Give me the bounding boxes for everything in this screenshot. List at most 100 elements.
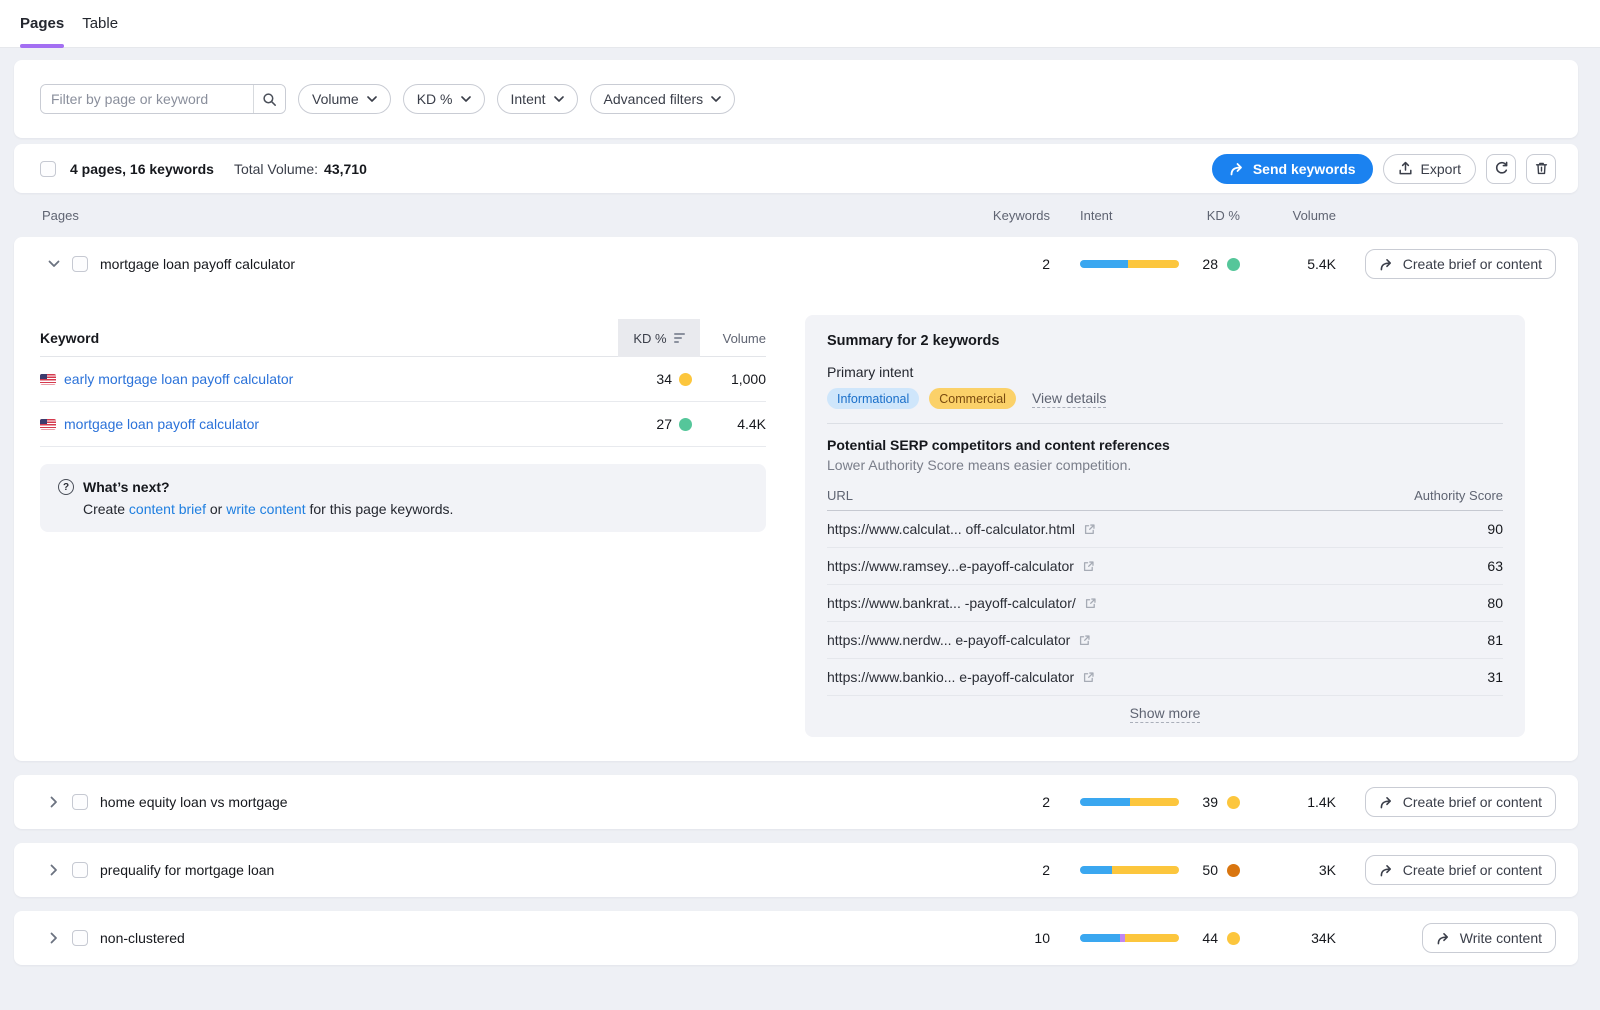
search-button[interactable] xyxy=(253,85,285,113)
volume-value: 5.4K xyxy=(1240,256,1336,272)
redo-arrow-icon xyxy=(1436,932,1451,945)
row-action-cell: Create brief or content xyxy=(1356,249,1556,279)
collapse-row-button[interactable] xyxy=(44,254,64,274)
volume-value: 34K xyxy=(1240,930,1336,946)
create-brief-or-content-button[interactable]: Create brief or content xyxy=(1365,855,1556,885)
advanced-filters-dropdown[interactable]: Advanced filters xyxy=(590,84,736,114)
expand-row-button[interactable] xyxy=(44,860,64,880)
row-checkbox[interactable] xyxy=(72,256,88,272)
page-card-mortgage-loan-payoff-calculator: mortgage loan payoff calculator 2 28 5.4… xyxy=(14,237,1578,761)
competitor-url: https://www.nerdw... e-payoff-calculator xyxy=(827,632,1070,648)
filter-kd-label: KD % xyxy=(417,91,453,107)
external-link-icon[interactable] xyxy=(1083,523,1096,536)
active-tab-underline xyxy=(20,44,64,48)
pages-table-header: Pages Keywords Intent KD % Volume xyxy=(14,193,1578,237)
select-all-checkbox[interactable] xyxy=(40,161,56,177)
external-link-icon[interactable] xyxy=(1082,560,1095,573)
intent-badge-commercial: Commercial xyxy=(929,388,1016,409)
selection-toolbar: 4 pages, 16 keywords Total Volume: 43,71… xyxy=(14,144,1578,193)
divider xyxy=(827,423,1503,424)
competitor-row: https://www.nerdw... e-payoff-calculator… xyxy=(827,622,1503,659)
chevron-down-icon xyxy=(554,96,564,102)
tab-table-label: Table xyxy=(82,15,118,32)
column-keywords: Keywords xyxy=(960,208,1050,223)
authority-score: 63 xyxy=(1433,558,1503,574)
external-link-icon[interactable] xyxy=(1082,671,1095,684)
whats-next-title: What’s next? xyxy=(83,479,170,495)
kd-dot xyxy=(1227,864,1240,877)
refresh-button[interactable] xyxy=(1486,154,1516,184)
row-checkbox[interactable] xyxy=(72,794,88,810)
intent-bar xyxy=(1080,866,1179,874)
export-label: Export xyxy=(1421,161,1461,177)
send-keywords-button[interactable]: Send keywords xyxy=(1212,154,1373,184)
keyword-row: mortgage loan payoff calculator 27 4.4K xyxy=(40,402,766,447)
search-input[interactable] xyxy=(41,85,253,113)
view-details-link[interactable]: View details xyxy=(1032,390,1106,408)
external-link-icon[interactable] xyxy=(1078,634,1091,647)
tab-pages[interactable]: Pages xyxy=(20,0,64,47)
row-checkbox[interactable] xyxy=(72,930,88,946)
keyword-link[interactable]: mortgage loan payoff calculator xyxy=(64,416,259,432)
keywords-count: 2 xyxy=(960,862,1050,878)
kd-column-sorted[interactable]: KD % xyxy=(618,319,700,357)
delete-button[interactable] xyxy=(1526,154,1556,184)
column-pages: Pages xyxy=(42,208,960,223)
action-label: Write content xyxy=(1460,930,1542,946)
row-checkbox[interactable] xyxy=(72,862,88,878)
content-brief-link[interactable]: content brief xyxy=(129,501,206,517)
competitor-url: https://www.ramsey...e-payoff-calculator xyxy=(827,558,1074,574)
export-icon xyxy=(1398,161,1413,176)
whats-next-text: Create content brief or write content fo… xyxy=(58,501,748,517)
sort-descending-icon xyxy=(674,333,685,343)
chevron-down-icon xyxy=(461,96,471,102)
authority-score: 31 xyxy=(1433,669,1503,685)
page-label: home equity loan vs mortgage xyxy=(100,794,960,810)
filter-kd-dropdown[interactable]: KD % xyxy=(403,84,485,114)
authority-score: 81 xyxy=(1433,632,1503,648)
export-button[interactable]: Export xyxy=(1383,154,1476,184)
show-more-link[interactable]: Show more xyxy=(1130,705,1201,723)
volume-value: 3K xyxy=(1240,862,1336,878)
total-volume-value: 43,710 xyxy=(324,161,367,177)
write-content-button[interactable]: Write content xyxy=(1422,923,1556,953)
serp-competitors-subtitle: Lower Authority Score means easier compe… xyxy=(827,457,1503,473)
external-link-icon[interactable] xyxy=(1084,597,1097,610)
filter-bar: Volume KD % Intent Advanced filters xyxy=(14,60,1578,138)
page-label: non-clustered xyxy=(100,930,960,946)
volume-column: Volume xyxy=(700,331,766,346)
page-label: mortgage loan payoff calculator xyxy=(100,256,960,272)
page-card-non-clustered: non-clustered 10 44 34K Write content xyxy=(14,911,1578,965)
chevron-right-icon xyxy=(50,932,58,944)
url-column: URL xyxy=(827,488,1414,503)
page-row: prequalify for mortgage loan 2 50 3K Cre… xyxy=(14,843,1578,897)
create-brief-or-content-button[interactable]: Create brief or content xyxy=(1365,249,1556,279)
keyword-link[interactable]: early mortgage loan payoff calculator xyxy=(64,371,293,387)
action-label: Create brief or content xyxy=(1403,862,1542,878)
page-card-home-equity-loan-vs-mortgage: home equity loan vs mortgage 2 39 1.4K C… xyxy=(14,775,1578,829)
write-content-link[interactable]: write content xyxy=(226,501,305,517)
us-flag-icon xyxy=(40,419,56,430)
chevron-down-icon xyxy=(367,96,377,102)
us-flag-icon xyxy=(40,374,56,385)
primary-intent-label: Primary intent xyxy=(827,364,1503,380)
keyword-panel: Keyword KD % Volume early mortgage loan … xyxy=(40,319,766,532)
chevron-right-icon xyxy=(50,796,58,808)
create-brief-or-content-button[interactable]: Create brief or content xyxy=(1365,787,1556,817)
filter-volume-label: Volume xyxy=(312,91,359,107)
tab-table[interactable]: Table xyxy=(82,0,118,47)
expand-row-button[interactable] xyxy=(44,928,64,948)
volume-value: 1.4K xyxy=(1240,794,1336,810)
keywords-count: 10 xyxy=(960,930,1050,946)
send-arrow-icon xyxy=(1229,162,1245,176)
keywords-count: 2 xyxy=(960,794,1050,810)
trash-icon xyxy=(1534,161,1549,176)
send-keywords-label: Send keywords xyxy=(1253,161,1356,177)
keyword-table-header: Keyword KD % Volume xyxy=(40,319,766,357)
filter-intent-dropdown[interactable]: Intent xyxy=(497,84,578,114)
expand-row-button[interactable] xyxy=(44,792,64,812)
summary-panel: Summary for 2 keywords Primary intent In… xyxy=(805,315,1525,737)
filter-volume-dropdown[interactable]: Volume xyxy=(298,84,391,114)
competitor-url: https://www.bankrat... -payoff-calculato… xyxy=(827,595,1076,611)
competitor-url: https://www.calculat... off-calculator.h… xyxy=(827,521,1075,537)
